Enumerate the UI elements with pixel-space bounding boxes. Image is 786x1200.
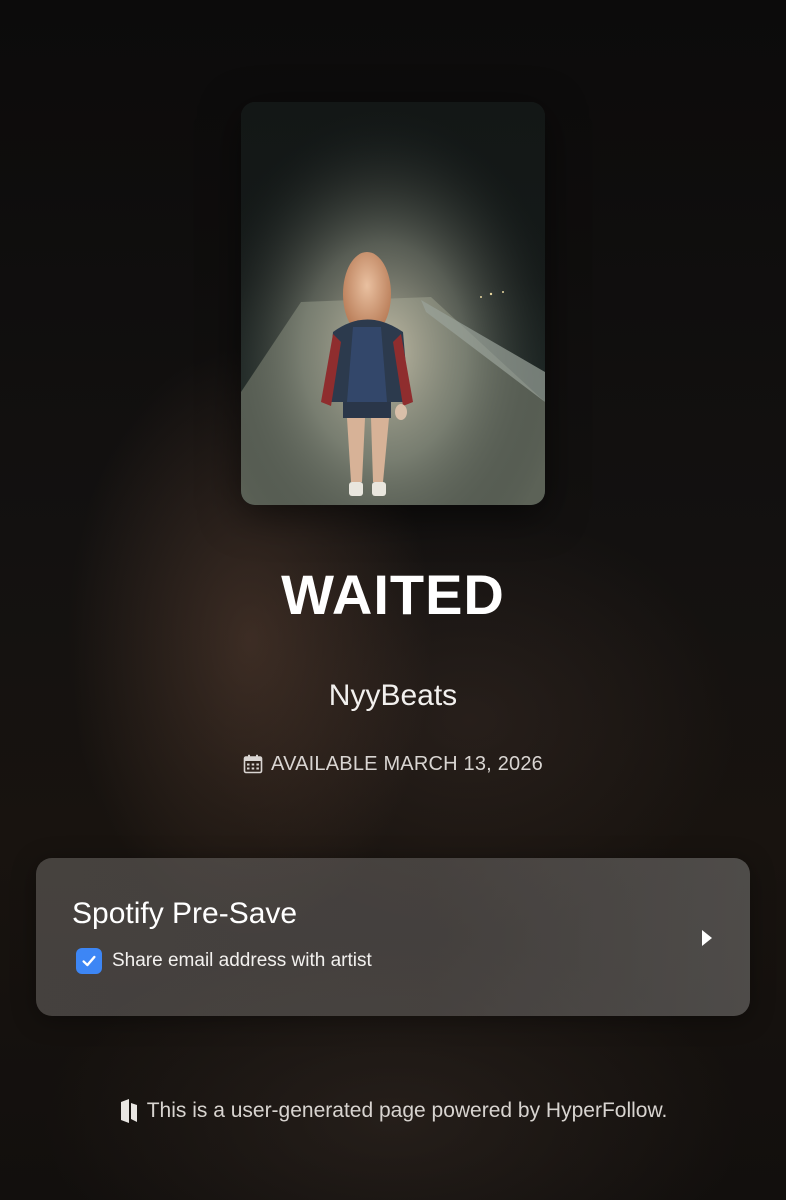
- footer-text: This is a user-generated page powered by…: [146, 1099, 668, 1122]
- share-email-label: Share email address with artist: [112, 950, 372, 971]
- check-icon: [82, 955, 96, 967]
- presave-service-label: Spotify Pre-Save: [72, 897, 298, 930]
- calendar-icon: [243, 754, 263, 774]
- spotify-presave-button[interactable]: Spotify Pre-Save Share email address wit…: [36, 858, 750, 1016]
- cover-art: [241, 102, 545, 505]
- artist-name: NyyBeats: [328, 679, 458, 712]
- footer: This is a user-generated page powered by…: [0, 1096, 786, 1126]
- chevron-right-icon[interactable]: [700, 928, 714, 948]
- release-date-text: AVAILABLE MARCH 13, 2026: [271, 753, 543, 775]
- cover-photo: [241, 102, 545, 505]
- hyperfollow-logo-icon: [119, 1098, 139, 1124]
- release-date: AVAILABLE MARCH 13, 2026: [0, 750, 786, 778]
- share-email-option: Share email address with artist: [76, 948, 372, 974]
- release-title: WAITED: [281, 563, 505, 626]
- share-email-checkbox[interactable]: [76, 948, 102, 974]
- hyperfollow-page: WAITED NyyBeats AVAILABLE MARCH 13, 2026…: [0, 0, 786, 1200]
